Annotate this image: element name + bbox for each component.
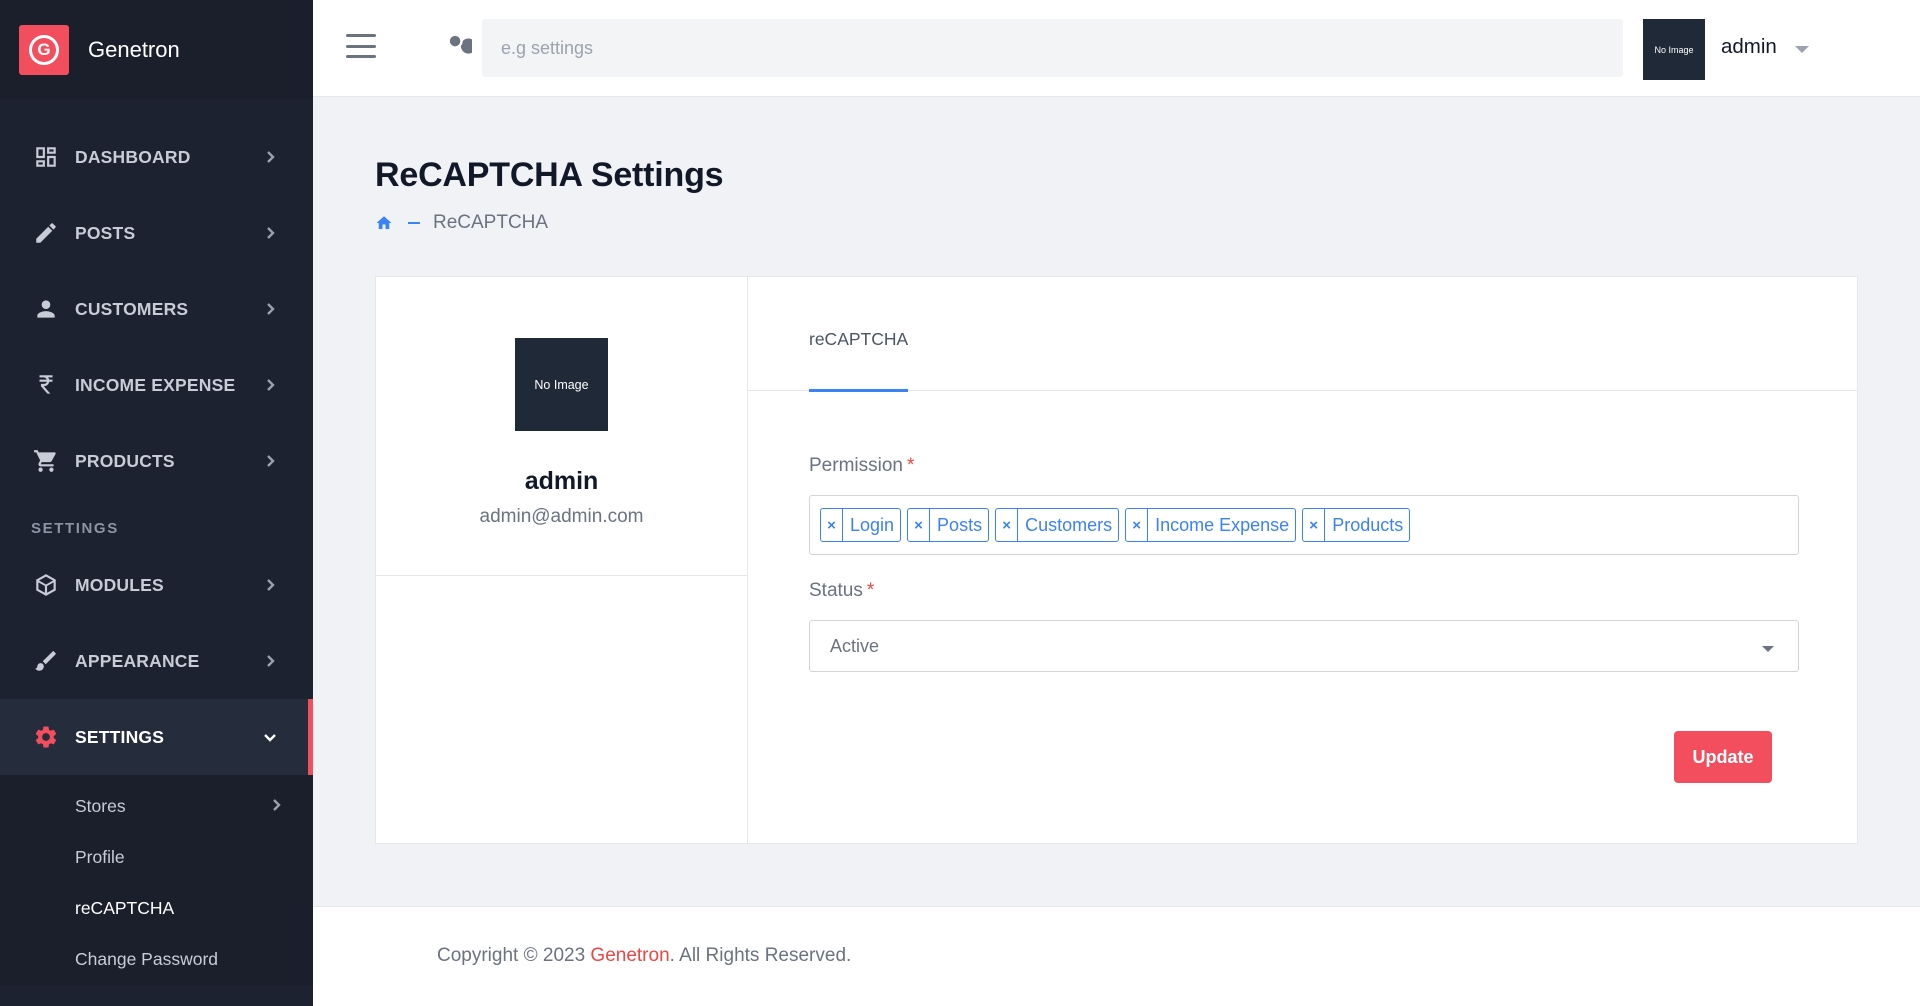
chevron-right-icon <box>269 796 283 817</box>
submenu-item-stores[interactable]: Stores <box>0 781 313 832</box>
profile-image: No Image <box>515 338 608 431</box>
sidebar-item-income-expense[interactable]: INCOME EXPENSE <box>0 347 313 423</box>
status-selected-value: Active <box>830 635 880 656</box>
sidebar-item-posts[interactable]: POSTS <box>0 195 313 271</box>
chevron-right-icon <box>263 302 277 316</box>
status-label: Status * <box>809 580 875 601</box>
tag-label: Customers <box>1025 514 1113 535</box>
profile-column: No Image admin admin@admin.com <box>376 277 748 843</box>
submenu-item-recaptcha[interactable]: reCAPTCHA <box>0 883 313 934</box>
gear-icon <box>32 723 60 751</box>
search-input[interactable] <box>482 19 1623 77</box>
submenu-item-label: Profile <box>75 847 125 867</box>
profile-email: admin@admin.com <box>479 506 644 527</box>
footer-brand-link[interactable]: Genetron <box>590 945 669 966</box>
submenu-item-change-password[interactable]: Change Password <box>0 934 313 985</box>
caret-down-icon <box>1762 646 1774 652</box>
sidebar-item-label: INCOME EXPENSE <box>75 374 236 395</box>
home-icon[interactable] <box>375 214 393 232</box>
breadcrumb-separator <box>408 222 420 224</box>
sidebar-item-label: SETTINGS <box>75 726 165 747</box>
sidebar: G Genetron DASHBOARD POSTS CUSTOMERS INC… <box>0 0 313 1006</box>
avatar[interactable]: No Image <box>1643 19 1705 80</box>
tag-label: Posts <box>937 514 983 535</box>
sidebar-item-customers[interactable]: CUSTOMERS <box>0 271 313 347</box>
tab-bar: reCAPTCHA <box>748 277 1857 392</box>
tag-label: Income Expense <box>1155 514 1290 535</box>
brand-name: Genetron <box>88 36 180 62</box>
permission-tag: × Income Expense <box>1125 508 1297 542</box>
sidebar-item-label: POSTS <box>75 222 136 243</box>
cart-icon <box>32 447 60 475</box>
search-icon <box>444 30 477 58</box>
sidebar-item-label: CUSTOMERS <box>75 298 189 319</box>
user-menu-name[interactable]: admin <box>1721 35 1777 59</box>
submenu-item-label: Change Password <box>75 949 218 969</box>
sidebar-item-dashboard[interactable]: DASHBOARD <box>0 119 313 195</box>
sidebar-item-modules[interactable]: MODULES <box>0 547 313 623</box>
chevron-down-icon <box>263 730 277 744</box>
chevron-right-icon <box>263 654 277 668</box>
submenu-item-label: Stores <box>75 796 126 816</box>
profile-summary: No Image admin admin@admin.com <box>376 277 747 576</box>
breadcrumb-current: ReCAPTCHA <box>433 212 549 233</box>
menu-toggle-icon[interactable] <box>346 34 376 58</box>
logo-letter: G <box>29 34 59 65</box>
sidebar-item-settings[interactable]: SETTINGS <box>0 699 313 775</box>
sidebar-item-label: MODULES <box>75 574 164 595</box>
caret-down-icon[interactable] <box>1795 46 1809 53</box>
permission-tag: × Posts <box>907 508 990 542</box>
remove-tag-icon[interactable]: × <box>908 509 931 541</box>
chevron-right-icon <box>263 150 277 164</box>
settings-card: No Image admin admin@admin.com reCAPTCHA… <box>375 276 1858 844</box>
remove-tag-icon[interactable]: × <box>1303 509 1326 541</box>
permission-tag: × Customers <box>995 508 1120 542</box>
topbar: No Image admin <box>313 0 1920 97</box>
brand-logo: G <box>19 24 69 75</box>
permission-tag: × Products <box>1302 508 1411 542</box>
permission-tags-input[interactable]: × Login × Posts × Customers × Income Exp… <box>809 495 1799 555</box>
brand[interactable]: G Genetron <box>0 0 313 99</box>
profile-name: admin <box>524 467 599 495</box>
rupee-icon <box>32 371 60 399</box>
sidebar-section-title: SETTINGS <box>31 520 119 537</box>
sidebar-item-appearance[interactable]: APPEARANCE <box>0 623 313 699</box>
dashboard-icon <box>32 143 60 171</box>
sidebar-nav: DASHBOARD POSTS CUSTOMERS INCOME EXPENSE <box>0 99 313 985</box>
sidebar-item-products[interactable]: PRODUCTS <box>0 423 313 499</box>
tag-label: Login <box>850 514 895 535</box>
cube-icon <box>32 571 60 599</box>
chevron-right-icon <box>263 454 277 468</box>
sidebar-item-label: DASHBOARD <box>75 146 191 167</box>
person-icon <box>32 295 60 323</box>
page-title: ReCAPTCHA Settings <box>375 156 724 194</box>
brush-icon <box>32 647 60 675</box>
submenu-item-label: reCAPTCHA <box>75 898 175 918</box>
permission-tag: × Login <box>820 508 902 542</box>
tab-recaptcha[interactable]: reCAPTCHA <box>809 277 909 392</box>
breadcrumb: ReCAPTCHA <box>375 212 548 234</box>
status-select[interactable]: Active <box>809 620 1799 672</box>
form-column: reCAPTCHA Permission * × Login × Posts × … <box>748 277 1857 843</box>
settings-submenu: Stores Profile reCAPTCHA Change Password <box>0 775 313 985</box>
permission-label: Permission * <box>809 455 915 476</box>
remove-tag-icon[interactable]: × <box>1126 509 1149 541</box>
footer: Copyright © 2023 Genetron. All Rights Re… <box>313 906 1920 1006</box>
chevron-right-icon <box>263 378 277 392</box>
pencil-icon <box>32 219 60 247</box>
chevron-right-icon <box>263 226 277 240</box>
remove-tag-icon[interactable]: × <box>996 509 1019 541</box>
remove-tag-icon[interactable]: × <box>821 509 843 541</box>
chevron-right-icon <box>263 578 277 592</box>
submenu-item-profile[interactable]: Profile <box>0 832 313 883</box>
sidebar-item-label: APPEARANCE <box>75 650 200 671</box>
tag-label: Products <box>1332 514 1404 535</box>
sidebar-item-label: PRODUCTS <box>75 450 175 471</box>
copyright-text: Copyright © 2023 Genetron. All Rights Re… <box>437 945 852 966</box>
update-button[interactable]: Update <box>1674 731 1772 783</box>
